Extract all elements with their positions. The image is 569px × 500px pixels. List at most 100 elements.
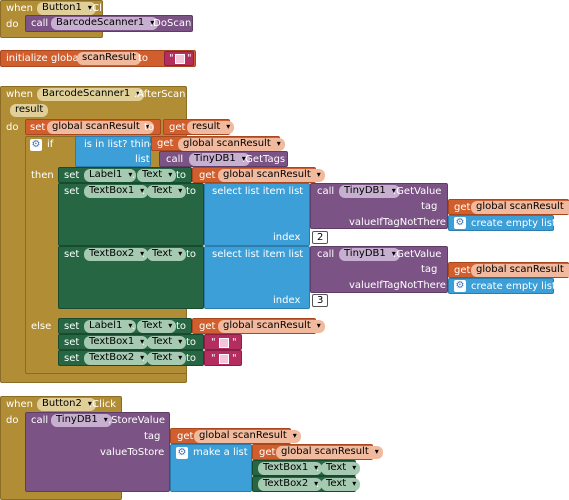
tinydb-gettags-block[interactable]: call TinyDB1 .GetTags	[159, 151, 288, 167]
when-label: when	[6, 3, 34, 14]
tinydb-storevalue-block[interactable]: call TinyDB1 .StoreValue tag valueToStor…	[25, 412, 170, 492]
global-var-dropdown[interactable]: global scanResult	[471, 201, 569, 214]
result-param[interactable]: result	[10, 104, 49, 117]
mutator-gear-icon[interactable]: ⚙	[454, 280, 466, 292]
scanner-component-dropdown[interactable]: BarcodeScanner1	[51, 17, 159, 30]
textbox2-component-dropdown[interactable]: TextBox2	[258, 478, 323, 491]
string-value-field[interactable]	[175, 54, 185, 64]
label1-component-dropdown[interactable]: Label1	[84, 169, 137, 182]
tinydb-getvalue-block[interactable]: call TinyDB1 .GetValue tag valueIfTagNot…	[310, 246, 448, 293]
to-label: to	[138, 53, 149, 64]
get-global-scanresult-block[interactable]: get global scanResult	[448, 262, 569, 278]
get-global-scanresult-block[interactable]: get global scanResult	[151, 136, 285, 151]
index-number-field[interactable]: 3	[312, 294, 329, 307]
tinydb-dropdown[interactable]: TinyDB1	[339, 248, 400, 261]
text-property-dropdown[interactable]: Text	[147, 352, 187, 365]
get-global-scanresult-block[interactable]: get global scanResult	[192, 167, 325, 183]
text-property-dropdown[interactable]: Text	[147, 185, 187, 198]
tag-label: tag	[421, 201, 438, 212]
button2-component-dropdown[interactable]: Button2	[37, 398, 96, 411]
create-empty-list-block[interactable]: ⚙ create empty list	[448, 278, 556, 294]
doscan-call-block[interactable]: call BarcodeScanner1 .DoScan	[25, 15, 193, 32]
set-label: set	[30, 122, 46, 133]
index-number-field[interactable]: 2	[312, 231, 329, 244]
is-in-list-block[interactable]: is in list? thing list	[75, 136, 156, 167]
textbox1-component-dropdown[interactable]: TextBox1	[84, 185, 149, 198]
set-global-scanresult-block[interactable]: set global scanResult to	[25, 119, 161, 135]
click-event-label: .Click	[89, 399, 117, 410]
create-empty-list-block[interactable]: ⚙ create empty list	[448, 215, 556, 231]
get-result-block[interactable]: get result	[163, 119, 235, 135]
get-label: get	[177, 431, 194, 442]
tinydb-dropdown[interactable]: TinyDB1	[339, 185, 400, 198]
global-var-dropdown[interactable]: global scanResult	[471, 264, 569, 277]
empty-string-block[interactable]: " "	[164, 51, 194, 66]
text-property-dropdown[interactable]: Text	[147, 248, 187, 261]
close-quote: "	[232, 353, 237, 364]
get-global-scanresult-block[interactable]: get global scanResult	[448, 199, 569, 215]
call-label: call	[31, 18, 49, 29]
global-var-dropdown[interactable]: global scanResult	[194, 430, 301, 443]
textbox2-text-getter-block[interactable]: TextBox2 . Text	[252, 476, 361, 492]
tinydb-getvalue-block[interactable]: call TinyDB1 .GetValue tag valueIfTagNot…	[310, 183, 448, 229]
label1-component-dropdown[interactable]: Label1	[84, 320, 137, 333]
set-textbox1-text-block[interactable]: set TextBox1 . Text to	[58, 183, 204, 246]
make-a-list-block[interactable]: ⚙ make a list	[170, 444, 252, 492]
global-name-field[interactable]: scanResult	[77, 52, 142, 65]
button1-component-dropdown[interactable]: Button1	[37, 2, 96, 15]
doscan-method-label: .DoScan	[150, 18, 192, 29]
mutator-gear-icon[interactable]: ⚙	[454, 217, 466, 229]
set-textbox2-text-block[interactable]: set TextBox2 . Text to	[58, 246, 204, 309]
empty-string-block[interactable]: " "	[204, 334, 242, 350]
text-property-dropdown[interactable]: Text	[147, 336, 187, 349]
mutator-gear-icon[interactable]: ⚙	[176, 447, 188, 459]
select-list-item-block[interactable]: select list item list index 2	[204, 183, 329, 246]
set-label: set	[64, 321, 80, 332]
set-textbox2-text-block[interactable]: set TextBox2 . Text to	[58, 350, 204, 366]
when-label: when	[6, 399, 34, 410]
string-value-field[interactable]	[219, 338, 229, 348]
set-label: set	[64, 170, 80, 181]
scanner-event-dropdown[interactable]: BarcodeScanner1	[37, 88, 145, 101]
set-label1-text-block[interactable]: set Label1 . Text to	[58, 167, 192, 183]
empty-string-block[interactable]: " "	[204, 350, 242, 366]
tinydb-dropdown[interactable]: TinyDB1	[189, 153, 250, 166]
textbox2-component-dropdown[interactable]: TextBox2	[84, 352, 149, 365]
call-label: call	[31, 415, 49, 426]
textbox2-component-dropdown[interactable]: TextBox2	[84, 248, 149, 261]
get-label: get	[259, 447, 276, 458]
get-global-scanresult-block[interactable]: get global scanResult	[170, 428, 301, 444]
dot-label: .	[316, 463, 320, 474]
open-quote: "	[169, 53, 174, 64]
textbox1-component-dropdown[interactable]: TextBox1	[258, 462, 323, 475]
do-label: do	[6, 19, 19, 30]
get-label: get	[454, 265, 471, 276]
get-label: get	[169, 122, 186, 133]
when-label: when	[6, 89, 34, 100]
get-global-scanresult-block[interactable]: get global scanResult	[192, 318, 325, 334]
text-property-dropdown[interactable]: Text	[321, 478, 361, 491]
global-var-dropdown[interactable]: global scanResult	[218, 169, 325, 182]
get-global-scanresult-block[interactable]: get global scanResult	[252, 444, 383, 460]
list-socket-label: list	[135, 154, 150, 165]
textbox1-component-dropdown[interactable]: TextBox1	[84, 336, 149, 349]
result-var-dropdown[interactable]: result	[187, 121, 235, 134]
set-textbox1-text-block[interactable]: set TextBox1 . Text to	[58, 334, 204, 350]
dot-label: .	[142, 249, 146, 260]
dot-label: .	[316, 479, 320, 490]
text-property-dropdown[interactable]: Text	[137, 320, 177, 333]
string-value-field[interactable]	[219, 354, 229, 364]
textbox1-text-getter-block[interactable]: TextBox1 . Text	[252, 460, 361, 476]
global-var-dropdown[interactable]: global scanResult	[178, 138, 285, 151]
set-label1-text-block[interactable]: set Label1 . Text to	[58, 318, 192, 334]
mutator-gear-icon[interactable]: ⚙	[30, 139, 42, 151]
getvalue-method-label: .GetValue	[393, 186, 442, 197]
text-property-dropdown[interactable]: Text	[321, 462, 361, 475]
global-var-dropdown[interactable]: global scanResult	[218, 320, 325, 333]
select-list-item-block[interactable]: select list item list index 3	[204, 246, 329, 309]
global-var-dropdown[interactable]: global scanResult	[276, 446, 383, 459]
global-var-dropdown[interactable]: global scanResult	[47, 121, 154, 134]
value-if-tag-not-there-label: valueIfTagNotThere	[349, 217, 446, 228]
text-property-dropdown[interactable]: Text	[137, 169, 177, 182]
tinydb-dropdown[interactable]: TinyDB1	[51, 414, 112, 427]
